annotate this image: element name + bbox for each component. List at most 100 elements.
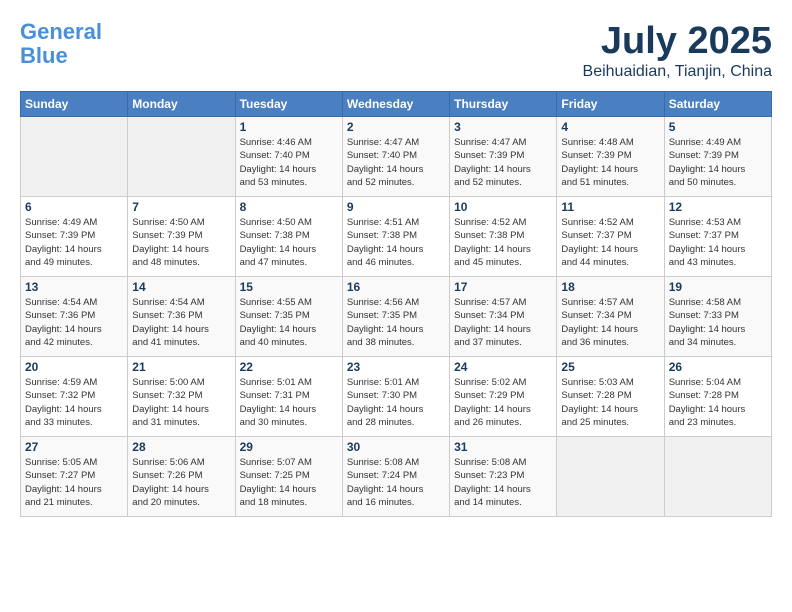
calendar-cell: 5 Sunrise: 4:49 AM Sunset: 7:39 PM Daylig… <box>664 117 771 197</box>
day-info: Sunrise: 5:06 AM Sunset: 7:26 PM Dayligh… <box>132 456 230 509</box>
day-number: 3 <box>454 120 552 134</box>
header-thursday: Thursday <box>450 92 557 117</box>
header-sunday: Sunday <box>21 92 128 117</box>
week-row-1: 1Sunrise: 4:46 AM Sunset: 7:40 PM Daylig… <box>21 117 772 197</box>
day-number: 27 <box>25 440 123 454</box>
day-number: 22 <box>240 360 338 374</box>
calendar-table: SundayMondayTuesdayWednesdayThursdayFrid… <box>20 91 772 517</box>
calendar-cell: 6 Sunrise: 4:49 AM Sunset: 7:39 PM Daylig… <box>21 197 128 277</box>
day-number: 28 <box>132 440 230 454</box>
day-number: 2 <box>347 120 445 134</box>
day-info: Sunrise: 4:49 AM Sunset: 7:39 PM Dayligh… <box>669 136 767 189</box>
calendar-cell: 15 Sunrise: 4:55 AM Sunset: 7:35 PM Dayli… <box>235 277 342 357</box>
day-info: Sunrise: 5:04 AM Sunset: 7:28 PM Dayligh… <box>669 376 767 429</box>
day-info: Sunrise: 4:48 AM Sunset: 7:39 PM Dayligh… <box>561 136 659 189</box>
calendar-cell: 17 Sunrise: 4:57 AM Sunset: 7:34 PM Dayli… <box>450 277 557 357</box>
calendar-cell: 23Sunrise: 5:01 AM Sunset: 7:30 PM Dayli… <box>342 357 449 437</box>
day-number: 4 <box>561 120 659 134</box>
calendar-cell <box>557 437 664 517</box>
calendar-cell: 4 Sunrise: 4:48 AM Sunset: 7:39 PM Daylig… <box>557 117 664 197</box>
week-row-2: 6 Sunrise: 4:49 AM Sunset: 7:39 PM Daylig… <box>21 197 772 277</box>
day-number: 5 <box>669 120 767 134</box>
day-info: Sunrise: 5:08 AM Sunset: 7:23 PM Dayligh… <box>454 456 552 509</box>
day-number: 8 <box>240 200 338 214</box>
calendar-subtitle: Beihuaidian, Tianjin, China <box>583 63 772 81</box>
calendar-cell: 11 Sunrise: 4:52 AM Sunset: 7:37 PM Dayli… <box>557 197 664 277</box>
day-info: Sunrise: 4:50 AM Sunset: 7:39 PM Dayligh… <box>132 216 230 269</box>
day-number: 30 <box>347 440 445 454</box>
day-info: Sunrise: 4:52 AM Sunset: 7:38 PM Dayligh… <box>454 216 552 269</box>
header-tuesday: Tuesday <box>235 92 342 117</box>
day-number: 10 <box>454 200 552 214</box>
day-number: 12 <box>669 200 767 214</box>
calendar-cell: 28 Sunrise: 5:06 AM Sunset: 7:26 PM Dayli… <box>128 437 235 517</box>
day-info: Sunrise: 4:57 AM Sunset: 7:34 PM Dayligh… <box>561 296 659 349</box>
calendar-cell: 2 Sunrise: 4:47 AM Sunset: 7:40 PM Daylig… <box>342 117 449 197</box>
calendar-cell: 7 Sunrise: 4:50 AM Sunset: 7:39 PM Daylig… <box>128 197 235 277</box>
week-row-4: 20Sunrise: 4:59 AM Sunset: 7:32 PM Dayli… <box>21 357 772 437</box>
day-info: Sunrise: 4:50 AM Sunset: 7:38 PM Dayligh… <box>240 216 338 269</box>
day-info: Sunrise: 5:03 AM Sunset: 7:28 PM Dayligh… <box>561 376 659 429</box>
header-wednesday: Wednesday <box>342 92 449 117</box>
day-info: Sunrise: 4:47 AM Sunset: 7:39 PM Dayligh… <box>454 136 552 189</box>
calendar-cell: 26 Sunrise: 5:04 AM Sunset: 7:28 PM Dayli… <box>664 357 771 437</box>
logo-text: General Blue <box>20 20 102 68</box>
day-info: Sunrise: 4:53 AM Sunset: 7:37 PM Dayligh… <box>669 216 767 269</box>
day-number: 26 <box>669 360 767 374</box>
day-number: 16 <box>347 280 445 294</box>
title-block: July 2025 Beihuaidian, Tianjin, China <box>583 20 772 81</box>
calendar-cell: 14 Sunrise: 4:54 AM Sunset: 7:36 PM Dayli… <box>128 277 235 357</box>
calendar-cell: 24Sunrise: 5:02 AM Sunset: 7:29 PM Dayli… <box>450 357 557 437</box>
day-number: 9 <box>347 200 445 214</box>
calendar-cell: 20Sunrise: 4:59 AM Sunset: 7:32 PM Dayli… <box>21 357 128 437</box>
calendar-cell <box>21 117 128 197</box>
day-number: 6 <box>25 200 123 214</box>
calendar-cell: 30 Sunrise: 5:08 AM Sunset: 7:24 PM Dayli… <box>342 437 449 517</box>
day-info: Sunrise: 4:47 AM Sunset: 7:40 PM Dayligh… <box>347 136 445 189</box>
day-info: Sunrise: 4:55 AM Sunset: 7:35 PM Dayligh… <box>240 296 338 349</box>
day-info: Sunrise: 4:49 AM Sunset: 7:39 PM Dayligh… <box>25 216 123 269</box>
day-info: Sunrise: 4:56 AM Sunset: 7:35 PM Dayligh… <box>347 296 445 349</box>
day-number: 18 <box>561 280 659 294</box>
calendar-cell <box>128 117 235 197</box>
day-number: 11 <box>561 200 659 214</box>
day-info: Sunrise: 5:02 AM Sunset: 7:29 PM Dayligh… <box>454 376 552 429</box>
day-info: Sunrise: 4:54 AM Sunset: 7:36 PM Dayligh… <box>25 296 123 349</box>
calendar-cell: 18 Sunrise: 4:57 AM Sunset: 7:34 PM Dayli… <box>557 277 664 357</box>
day-number: 13 <box>25 280 123 294</box>
logo: General Blue <box>20 20 102 68</box>
calendar-cell: 9Sunrise: 4:51 AM Sunset: 7:38 PM Daylig… <box>342 197 449 277</box>
day-number: 17 <box>454 280 552 294</box>
header-monday: Monday <box>128 92 235 117</box>
day-info: Sunrise: 5:07 AM Sunset: 7:25 PM Dayligh… <box>240 456 338 509</box>
calendar-cell: 21Sunrise: 5:00 AM Sunset: 7:32 PM Dayli… <box>128 357 235 437</box>
calendar-cell: 25Sunrise: 5:03 AM Sunset: 7:28 PM Dayli… <box>557 357 664 437</box>
calendar-cell <box>664 437 771 517</box>
day-number: 15 <box>240 280 338 294</box>
day-info: Sunrise: 4:59 AM Sunset: 7:32 PM Dayligh… <box>25 376 123 429</box>
week-row-5: 27 Sunrise: 5:05 AM Sunset: 7:27 PM Dayli… <box>21 437 772 517</box>
day-info: Sunrise: 4:54 AM Sunset: 7:36 PM Dayligh… <box>132 296 230 349</box>
logo-general: General <box>20 19 102 44</box>
calendar-cell: 16 Sunrise: 4:56 AM Sunset: 7:35 PM Dayli… <box>342 277 449 357</box>
day-info: Sunrise: 5:05 AM Sunset: 7:27 PM Dayligh… <box>25 456 123 509</box>
day-number: 14 <box>132 280 230 294</box>
calendar-cell: 3 Sunrise: 4:47 AM Sunset: 7:39 PM Daylig… <box>450 117 557 197</box>
day-number: 7 <box>132 200 230 214</box>
logo-blue: Blue <box>20 43 68 68</box>
calendar-cell: 27 Sunrise: 5:05 AM Sunset: 7:27 PM Dayli… <box>21 437 128 517</box>
day-info: Sunrise: 4:57 AM Sunset: 7:34 PM Dayligh… <box>454 296 552 349</box>
calendar-cell: 22Sunrise: 5:01 AM Sunset: 7:31 PM Dayli… <box>235 357 342 437</box>
day-info: Sunrise: 4:52 AM Sunset: 7:37 PM Dayligh… <box>561 216 659 269</box>
calendar-cell: 13 Sunrise: 4:54 AM Sunset: 7:36 PM Dayli… <box>21 277 128 357</box>
day-info: Sunrise: 5:00 AM Sunset: 7:32 PM Dayligh… <box>132 376 230 429</box>
calendar-cell: 1Sunrise: 4:46 AM Sunset: 7:40 PM Daylig… <box>235 117 342 197</box>
calendar-cell: 31Sunrise: 5:08 AM Sunset: 7:23 PM Dayli… <box>450 437 557 517</box>
day-info: Sunrise: 5:01 AM Sunset: 7:30 PM Dayligh… <box>347 376 445 429</box>
calendar-cell: 10 Sunrise: 4:52 AM Sunset: 7:38 PM Dayli… <box>450 197 557 277</box>
calendar-title: July 2025 <box>583 20 772 63</box>
header-saturday: Saturday <box>664 92 771 117</box>
calendar-cell: 19Sunrise: 4:58 AM Sunset: 7:33 PM Dayli… <box>664 277 771 357</box>
calendar-cell: 12 Sunrise: 4:53 AM Sunset: 7:37 PM Dayli… <box>664 197 771 277</box>
day-info: Sunrise: 5:08 AM Sunset: 7:24 PM Dayligh… <box>347 456 445 509</box>
